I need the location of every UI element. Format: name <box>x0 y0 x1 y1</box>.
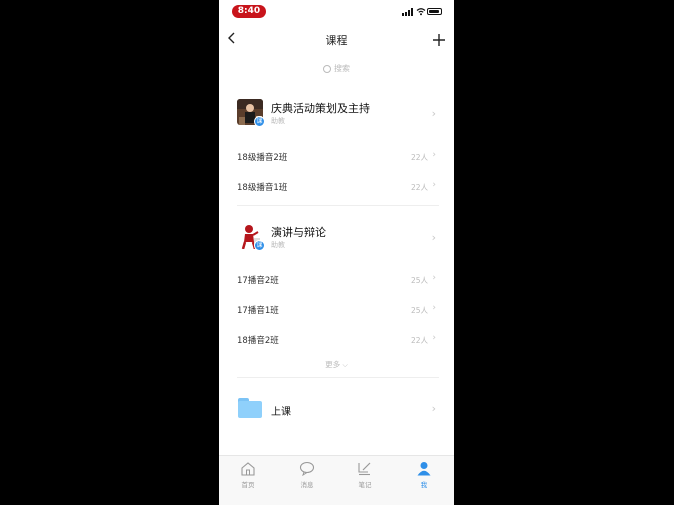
course-item[interactable]: 课 演讲与辩论 助教 › <box>219 221 454 257</box>
chevron-right-icon: › <box>432 180 436 190</box>
status-time: 8:40 <box>232 5 266 18</box>
class-count: 25人 <box>410 276 428 285</box>
add-button[interactable] <box>432 28 446 53</box>
class-count: 22人 <box>410 153 428 162</box>
folder-icon <box>238 398 262 418</box>
chevron-right-icon: › <box>432 303 436 313</box>
chevron-down-icon: ⌵ <box>342 361 348 369</box>
class-row[interactable]: 18播音2班 22人 › <box>219 332 454 348</box>
chevron-right-icon: › <box>431 231 436 244</box>
note-edit-icon <box>358 462 371 476</box>
chevron-right-icon: › <box>431 402 436 415</box>
tab-label: 我 <box>420 481 428 489</box>
course-name: 演讲与辩论 <box>271 226 326 239</box>
course-name: 庆典活动策划及主持 <box>271 102 370 115</box>
folder-row[interactable]: 上课 › <box>219 392 454 426</box>
tab-label: 笔记 <box>358 481 372 489</box>
class-name: 18级播音1班 <box>237 183 288 193</box>
tab-messages[interactable]: 消息 <box>278 460 336 490</box>
tab-bar: 首页 消息 笔记 我 <box>219 455 454 505</box>
folder-name: 上课 <box>271 407 291 418</box>
navigation-bar: 课程 <box>219 28 454 52</box>
chevron-right-icon: › <box>431 107 436 120</box>
search-icon <box>323 64 331 73</box>
class-count: 22人 <box>410 336 428 345</box>
person-icon <box>417 462 431 476</box>
tab-notes[interactable]: 笔记 <box>336 460 394 490</box>
more-button[interactable]: 更多 ⌵ <box>219 359 454 370</box>
status-icons <box>402 8 442 16</box>
home-icon <box>241 462 255 476</box>
class-count: 25人 <box>410 306 428 315</box>
class-name: 17播音2班 <box>237 276 279 286</box>
class-name: 18级播音2班 <box>237 153 288 163</box>
chevron-right-icon: › <box>432 333 436 343</box>
wifi-icon <box>416 8 426 16</box>
search-bar[interactable]: 搜索 <box>219 63 454 77</box>
plus-icon <box>433 34 445 46</box>
tab-label: 首页 <box>241 481 255 489</box>
course-item[interactable]: 课 庆典活动策划及主持 助教 › <box>219 97 454 133</box>
divider <box>237 377 439 378</box>
status-bar: 8:40 <box>219 0 454 22</box>
tab-label: 消息 <box>300 481 314 489</box>
class-row[interactable]: 17播音2班 25人 › <box>219 272 454 288</box>
chevron-right-icon: › <box>432 273 436 283</box>
chat-bubble-icon <box>299 461 315 476</box>
class-row[interactable]: 18级播音2班 22人 › <box>219 149 454 165</box>
chevron-right-icon: › <box>432 150 436 160</box>
class-name: 18播音2班 <box>237 336 279 346</box>
class-row[interactable]: 18级播音1班 22人 › <box>219 179 454 195</box>
course-badge: 课 <box>254 116 265 127</box>
course-role: 助教 <box>271 241 285 249</box>
battery-icon <box>427 8 442 15</box>
class-row[interactable]: 17播音1班 25人 › <box>219 302 454 318</box>
more-label: 更多 <box>325 360 341 369</box>
page-title: 课程 <box>325 34 348 47</box>
class-count: 22人 <box>410 183 428 192</box>
class-name: 17播音1班 <box>237 306 279 316</box>
search-placeholder: 搜索 <box>334 64 350 73</box>
course-badge: 课 <box>254 240 265 251</box>
phone-screen: 8:40 课程 搜索 课 庆典活动策划及主持 助教 › 18级播音2班 22人 … <box>219 0 454 505</box>
divider <box>237 205 439 206</box>
tab-home[interactable]: 首页 <box>219 460 277 490</box>
course-role: 助教 <box>271 117 285 125</box>
tab-me[interactable]: 我 <box>395 460 453 490</box>
